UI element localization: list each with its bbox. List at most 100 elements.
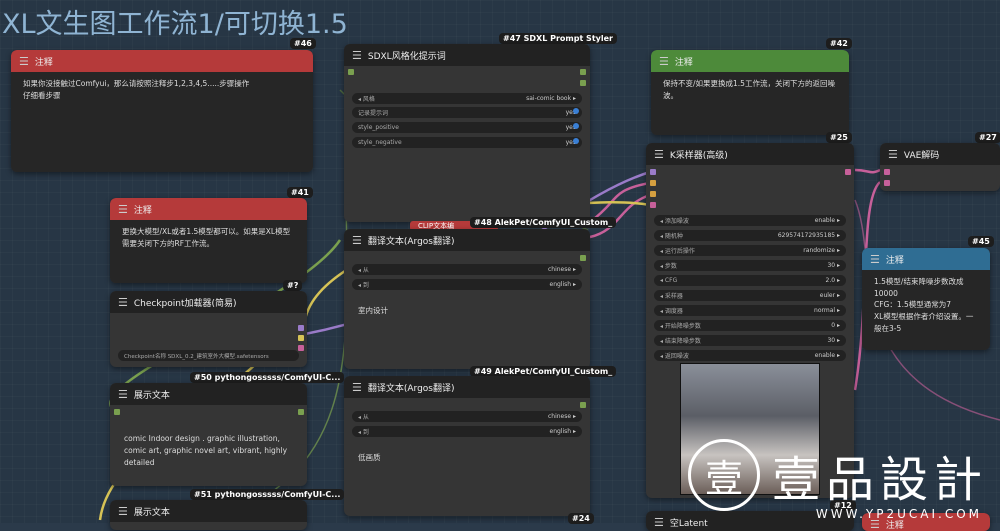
logo-text: 壹品設計 — [771, 452, 988, 508]
node-title: K采样器(高级) — [669, 150, 728, 161]
widget-scheduler[interactable]: ◂ 调度器 normal ▸ — [654, 305, 846, 316]
menu-icon[interactable]: ☰ — [352, 381, 362, 394]
output-slot-model[interactable] — [298, 325, 304, 331]
node-title: 注释 — [674, 57, 693, 68]
toggle-dot[interactable] — [573, 123, 579, 129]
note-node-46[interactable]: ☰ 注释 如果你没接触过Comfyui，那么请按照注释步1,2,3,4,5....… — [11, 50, 313, 172]
output-slot[interactable] — [298, 409, 304, 415]
widget-checkpoint-name[interactable]: Checkpoint名称 SDXL_0.2_建筑室外大模型.safetensor… — [118, 350, 299, 361]
toggle-dot[interactable] — [573, 138, 579, 144]
note-node-42[interactable]: ☰ 注释 保持不变/如果更换成1.5工作流，关闭下方的返回噪波。 — [651, 50, 849, 135]
output-slot-clip[interactable] — [298, 335, 304, 341]
input-slot-samples[interactable] — [884, 169, 890, 175]
node-title: Checkpoint加载器(简易) — [133, 298, 237, 309]
menu-icon[interactable]: ☰ — [659, 55, 669, 68]
node-title: 翻译文本(Argos翻译) — [367, 383, 455, 394]
prompt-textarea[interactable]: 低画质 — [352, 446, 582, 516]
output-slot[interactable] — [580, 80, 586, 86]
node-title: 空Latent — [669, 518, 708, 529]
node-title: 注释 — [885, 255, 904, 266]
menu-icon[interactable]: ☰ — [654, 148, 664, 161]
note-node-41[interactable]: ☰ 注释 更换大模型/XL或者1.5模型都可以。如果是XL模型需要关闭下方的RF工… — [110, 198, 307, 283]
input-slot-positive[interactable] — [650, 180, 656, 186]
node-id-badge: #46 — [290, 38, 316, 49]
vae-decode-node[interactable]: ☰ VAE解码 — [880, 143, 1000, 191]
widget-cfg[interactable]: ◂ CFG 2.0 ▸ — [654, 275, 846, 286]
input-slot[interactable] — [348, 69, 354, 75]
sdxl-prompt-styler-node[interactable]: ☰ SDXL风格化提示词 ◂ 风格 sai-comic book ▸ 记录提示词 ye… — [344, 44, 590, 222]
stamp-logo-icon: 壹 — [687, 439, 760, 511]
node-title: 展示文本 — [133, 390, 170, 401]
widget-end-step[interactable]: ◂ 结束降噪步数 30 ▸ — [654, 335, 846, 346]
menu-icon[interactable]: ☰ — [118, 388, 128, 401]
output-text: comic Indoor design . graphic illustrati… — [124, 434, 288, 467]
node-id-badge: #24 — [568, 513, 594, 524]
note-text[interactable]: 如果你没接触过Comfyui，那么请按照注释步1,2,3,4,5.....步骤操… — [11, 72, 313, 172]
menu-icon[interactable]: ☰ — [654, 516, 664, 529]
widget-seed[interactable]: ◂ 随机种 629574172935185 ▸ — [654, 230, 846, 241]
widget-start-step[interactable]: ◂ 开始降噪步数 0 ▸ — [654, 320, 846, 331]
node-title: SDXL风格化提示词 — [367, 51, 446, 62]
node-title: VAE解码 — [903, 150, 940, 161]
toggle-dot[interactable] — [573, 108, 579, 114]
node-id-badge: #41 — [287, 187, 313, 198]
node-title: 展示文本 — [133, 507, 170, 518]
output-slot-vae[interactable] — [298, 345, 304, 351]
widget-sampler[interactable]: ◂ 采样器 euler ▸ — [654, 290, 846, 301]
widget-style[interactable]: ◂ 风格 sai-comic book ▸ — [352, 93, 582, 104]
menu-icon[interactable]: ☰ — [888, 148, 898, 161]
note-text[interactable]: 保持不变/如果更换成1.5工作流，关闭下方的返回噪波。 — [651, 72, 849, 135]
menu-icon[interactable]: ☰ — [352, 234, 362, 247]
node-id-badge: #48 AlekPet/ComfyUI_Custom_ — [470, 217, 617, 228]
output-slot[interactable] — [580, 69, 586, 75]
node-id-badge: #42 — [826, 38, 852, 49]
node-id-badge: #51 pythongosssss/ComfyUI-C... — [190, 489, 345, 500]
widget-return-noise[interactable]: ◂ 返回噪波 enable ▸ — [654, 350, 846, 361]
note-node-45[interactable]: ☰ 注释 1.5模型/结束降噪步数改成10000 CFG：1.5模型通常为7 XL… — [862, 248, 990, 350]
translate-text-node-1[interactable]: ☰ 翻译文本(Argos翻译) ◂ 从 chinese ▸ ◂ 到 english ▸… — [344, 229, 590, 369]
widget-to-language[interactable]: ◂ 到 english ▸ — [352, 279, 582, 290]
widget-log-prompt[interactable]: 记录提示词 yes — [352, 107, 582, 118]
node-title: 翻译文本(Argos翻译) — [367, 236, 455, 247]
node-title: 注释 — [34, 57, 53, 68]
translate-text-node-2[interactable]: ☰ 翻译文本(Argos翻译) ◂ 从 chinese ▸ ◂ 到 english ▸… — [344, 376, 590, 516]
input-slot-vae[interactable] — [884, 180, 890, 186]
node-id-badge: #45 — [968, 236, 994, 247]
widget-control-after[interactable]: ◂ 运行后操作 randomize ▸ — [654, 245, 846, 256]
node-id-badge: #47 SDXL Prompt Styler — [499, 33, 617, 44]
wire-latent-out — [854, 168, 881, 174]
output-slot[interactable] — [580, 255, 586, 261]
note-text[interactable]: 1.5模型/结束降噪步数改成10000 CFG：1.5模型通常为7 XL模型根据… — [862, 270, 990, 350]
show-text-node-2[interactable]: ☰ 展示文本 — [110, 500, 307, 530]
menu-icon[interactable]: ☰ — [870, 253, 880, 266]
prompt-textarea[interactable]: 室内设计 — [352, 299, 582, 369]
widget-style-negative[interactable]: style_negative yes — [352, 137, 582, 148]
node-title: 注释 — [133, 205, 152, 216]
input-slot-model[interactable] — [650, 169, 656, 175]
show-text-node-1[interactable]: ☰ 展示文本 comic Indoor design . graphic illu… — [110, 383, 307, 486]
node-id-badge: #25 — [826, 132, 852, 143]
menu-icon[interactable]: ☰ — [118, 296, 128, 309]
node-id-badge: #50 pythongosssss/ComfyUI-C... — [190, 372, 345, 383]
node-id-badge: #? — [283, 280, 303, 291]
node-id-badge: #27 — [975, 132, 1000, 143]
menu-icon[interactable]: ☰ — [118, 203, 128, 216]
note-text[interactable]: 更换大模型/XL或者1.5模型都可以。如果是XL模型需要关闭下方的RF工作流。 — [110, 220, 307, 283]
widget-style-positive[interactable]: style_positive yes — [352, 122, 582, 133]
input-slot-latent[interactable] — [650, 202, 656, 208]
logo-url: WWW.YP2UCAI.COM — [815, 507, 982, 521]
input-slot-negative[interactable] — [650, 191, 656, 197]
menu-icon[interactable]: ☰ — [352, 49, 362, 62]
output-slot-latent[interactable] — [845, 169, 851, 175]
widget-from-language[interactable]: ◂ 从 chinese ▸ — [352, 264, 582, 275]
widget-add-noise[interactable]: ◂ 添加噪波 enable ▸ — [654, 215, 846, 226]
input-slot[interactable] — [114, 409, 120, 415]
menu-icon[interactable]: ☰ — [19, 55, 29, 68]
widget-to-language[interactable]: ◂ 到 english ▸ — [352, 426, 582, 437]
output-slot[interactable] — [580, 402, 586, 408]
menu-icon[interactable]: ☰ — [118, 505, 128, 518]
watermark-logo: 壹 壹品設計 — [687, 439, 988, 511]
widget-steps[interactable]: ◂ 步数 30 ▸ — [654, 260, 846, 271]
widget-from-language[interactable]: ◂ 从 chinese ▸ — [352, 411, 582, 422]
checkpoint-loader-node[interactable]: ☰ Checkpoint加载器(简易) Checkpoint名称 SDXL_0.2… — [110, 291, 307, 367]
